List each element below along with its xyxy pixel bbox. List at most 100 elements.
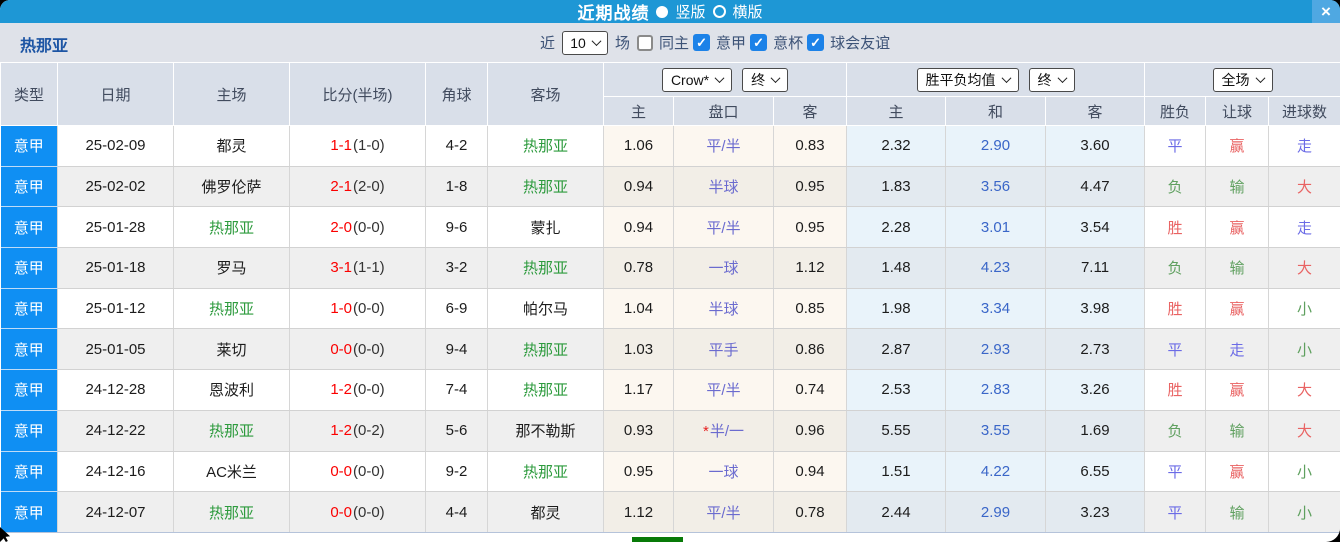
result-wdl-cell: 胜 [1144,288,1206,330]
odds-type-select[interactable]: 胜平负均值 [916,67,1019,92]
home-odds-cell: 1.83 [846,166,946,208]
halftime-score: (0-2) [353,422,385,440]
result-handicap-cell: 输 [1205,166,1269,208]
ah-away-odds-cell: 0.96 [773,410,847,452]
corners-cell: 9-4 [425,328,488,371]
team-name: 热那亚 [522,179,568,197]
chevron-down-icon [1255,73,1265,84]
away-odds-cell: 3.60 [1045,125,1145,167]
team-name: 热那亚 [208,423,254,441]
handicap-time-select[interactable]: 终 [742,67,789,92]
date-cell: 25-01-18 [57,247,174,289]
header-home: 主场 [173,62,290,126]
corners-cell: 1-8 [425,166,488,208]
radio-horizontal-layout[interactable] [712,5,726,18]
odds-type-value: 胜平负均值 [925,71,996,88]
home-team-cell: 佛罗伦萨 [173,166,290,208]
page-title: 近期战绩 [577,4,650,23]
bookmaker-select[interactable]: Crow* [661,67,733,92]
home-team-cell: 罗马 [173,247,290,289]
checkbox-serie-a[interactable]: ✓ [693,34,711,51]
corners-cell: 9-2 [425,451,488,493]
result-wdl-cell: 负 [1144,166,1206,208]
team-name: 那不勒斯 [515,423,576,441]
chevron-down-icon [591,36,602,47]
ah-line-cell: 一球 [673,451,774,493]
ah-home-odds-cell: 1.03 [603,328,674,371]
checkbox-same-home[interactable] [637,34,654,51]
date-cell: 25-01-05 [57,328,174,371]
halftime-score: (0-0) [353,300,385,318]
checkbox-italy-cup[interactable]: ✓ [750,34,768,51]
ah-away-odds-cell: 0.95 [773,206,847,249]
team-name: 热那亚 [522,138,568,156]
team-name: 罗马 [216,260,247,278]
subheader-result-handicap: 让球 [1205,96,1269,126]
result-group-header: 全场 [1143,62,1340,97]
ah-line-cell: 半球 [673,166,774,208]
star-mark: * [702,423,709,441]
corners-cell: 9-6 [425,206,488,249]
team-name: 热那亚 [522,341,568,359]
close-icon[interactable]: × [1312,0,1340,23]
table-row: 意甲 24-12-16 AC米兰 0-0(0-0) 9-2 热那亚 0.95 一球 0.94 1.… [0,451,1340,493]
away-odds-cell: 4.47 [1045,166,1145,208]
radio-horizontal-label: 横版 [732,4,763,21]
result-handicap-cell: 赢 [1205,288,1269,330]
away-team-cell: 热那亚 [487,451,604,493]
home-odds-cell: 2.53 [846,369,946,411]
result-handicap-cell: 输 [1205,491,1269,533]
corners-cell: 4-2 [425,125,488,167]
handicap-time-value: 终 [751,71,766,88]
league-cell: 意甲 [0,451,58,493]
result-wdl-cell: 负 [1144,410,1206,452]
draw-odds-cell: 2.93 [945,328,1046,371]
away-team-cell: 那不勒斯 [487,410,604,452]
radio-vertical-layout[interactable] [656,5,669,18]
team-name: 热那亚 [522,382,568,400]
draw-odds-cell: 3.56 [945,166,1046,208]
date-cell: 25-01-28 [57,206,174,249]
result-handicap-cell: 输 [1205,410,1269,452]
bookmaker-select-value: Crow* [670,71,710,88]
home-team-cell: AC米兰 [173,451,290,493]
checkbox-label-club-friendly: 球会友谊 [830,35,891,52]
score-cell: 0-0(0-0) [289,491,426,533]
away-odds-cell: 6.55 [1045,451,1145,493]
result-goals-cell: 小 [1268,451,1340,493]
away-team-cell: 热那亚 [487,247,604,289]
subheader-odds-draw: 和 [945,96,1046,126]
result-handicap-cell: 赢 [1205,125,1269,167]
result-goals-cell: 走 [1268,206,1340,249]
header-score: 比分(半场) [289,62,426,126]
ah-line-cell: 一球 [673,247,774,289]
ah-line-cell: 平/半 [673,125,774,167]
result-goals-cell: 大 [1268,410,1340,452]
team-name: 佛罗伦萨 [201,179,262,197]
green-bar [632,537,683,542]
subheader-ah-home: 主 [603,96,674,126]
team-name: 帕尔马 [522,301,568,319]
ah-line-cell: 平/半 [673,369,774,411]
fulltime-score: 0-0 [330,503,352,521]
scope-select-value: 全场 [1221,71,1250,88]
checkbox-label-italy-cup: 意杯 [773,35,804,52]
games-label: 场 [615,35,631,52]
scope-select[interactable]: 全场 [1212,67,1273,92]
away-odds-cell: 3.54 [1045,206,1145,249]
odds-time-select[interactable]: 终 [1028,67,1075,92]
match-count-value: 10 [570,34,586,51]
league-cell: 意甲 [0,247,58,289]
halftime-score: (0-0) [353,462,385,480]
home-team-cell: 热那亚 [173,410,290,452]
corners-cell: 6-9 [425,288,488,330]
match-count-select[interactable]: 10 [562,30,609,55]
home-team-cell: 热那亚 [173,491,290,533]
result-goals-cell: 小 [1268,491,1340,533]
away-odds-cell: 3.98 [1045,288,1145,330]
checkbox-club-friendly[interactable]: ✓ [807,34,825,51]
chevron-down-icon [770,73,781,84]
home-odds-cell: 5.55 [846,410,946,452]
ah-home-odds-cell: 1.04 [603,288,674,330]
league-cell: 意甲 [0,206,58,249]
